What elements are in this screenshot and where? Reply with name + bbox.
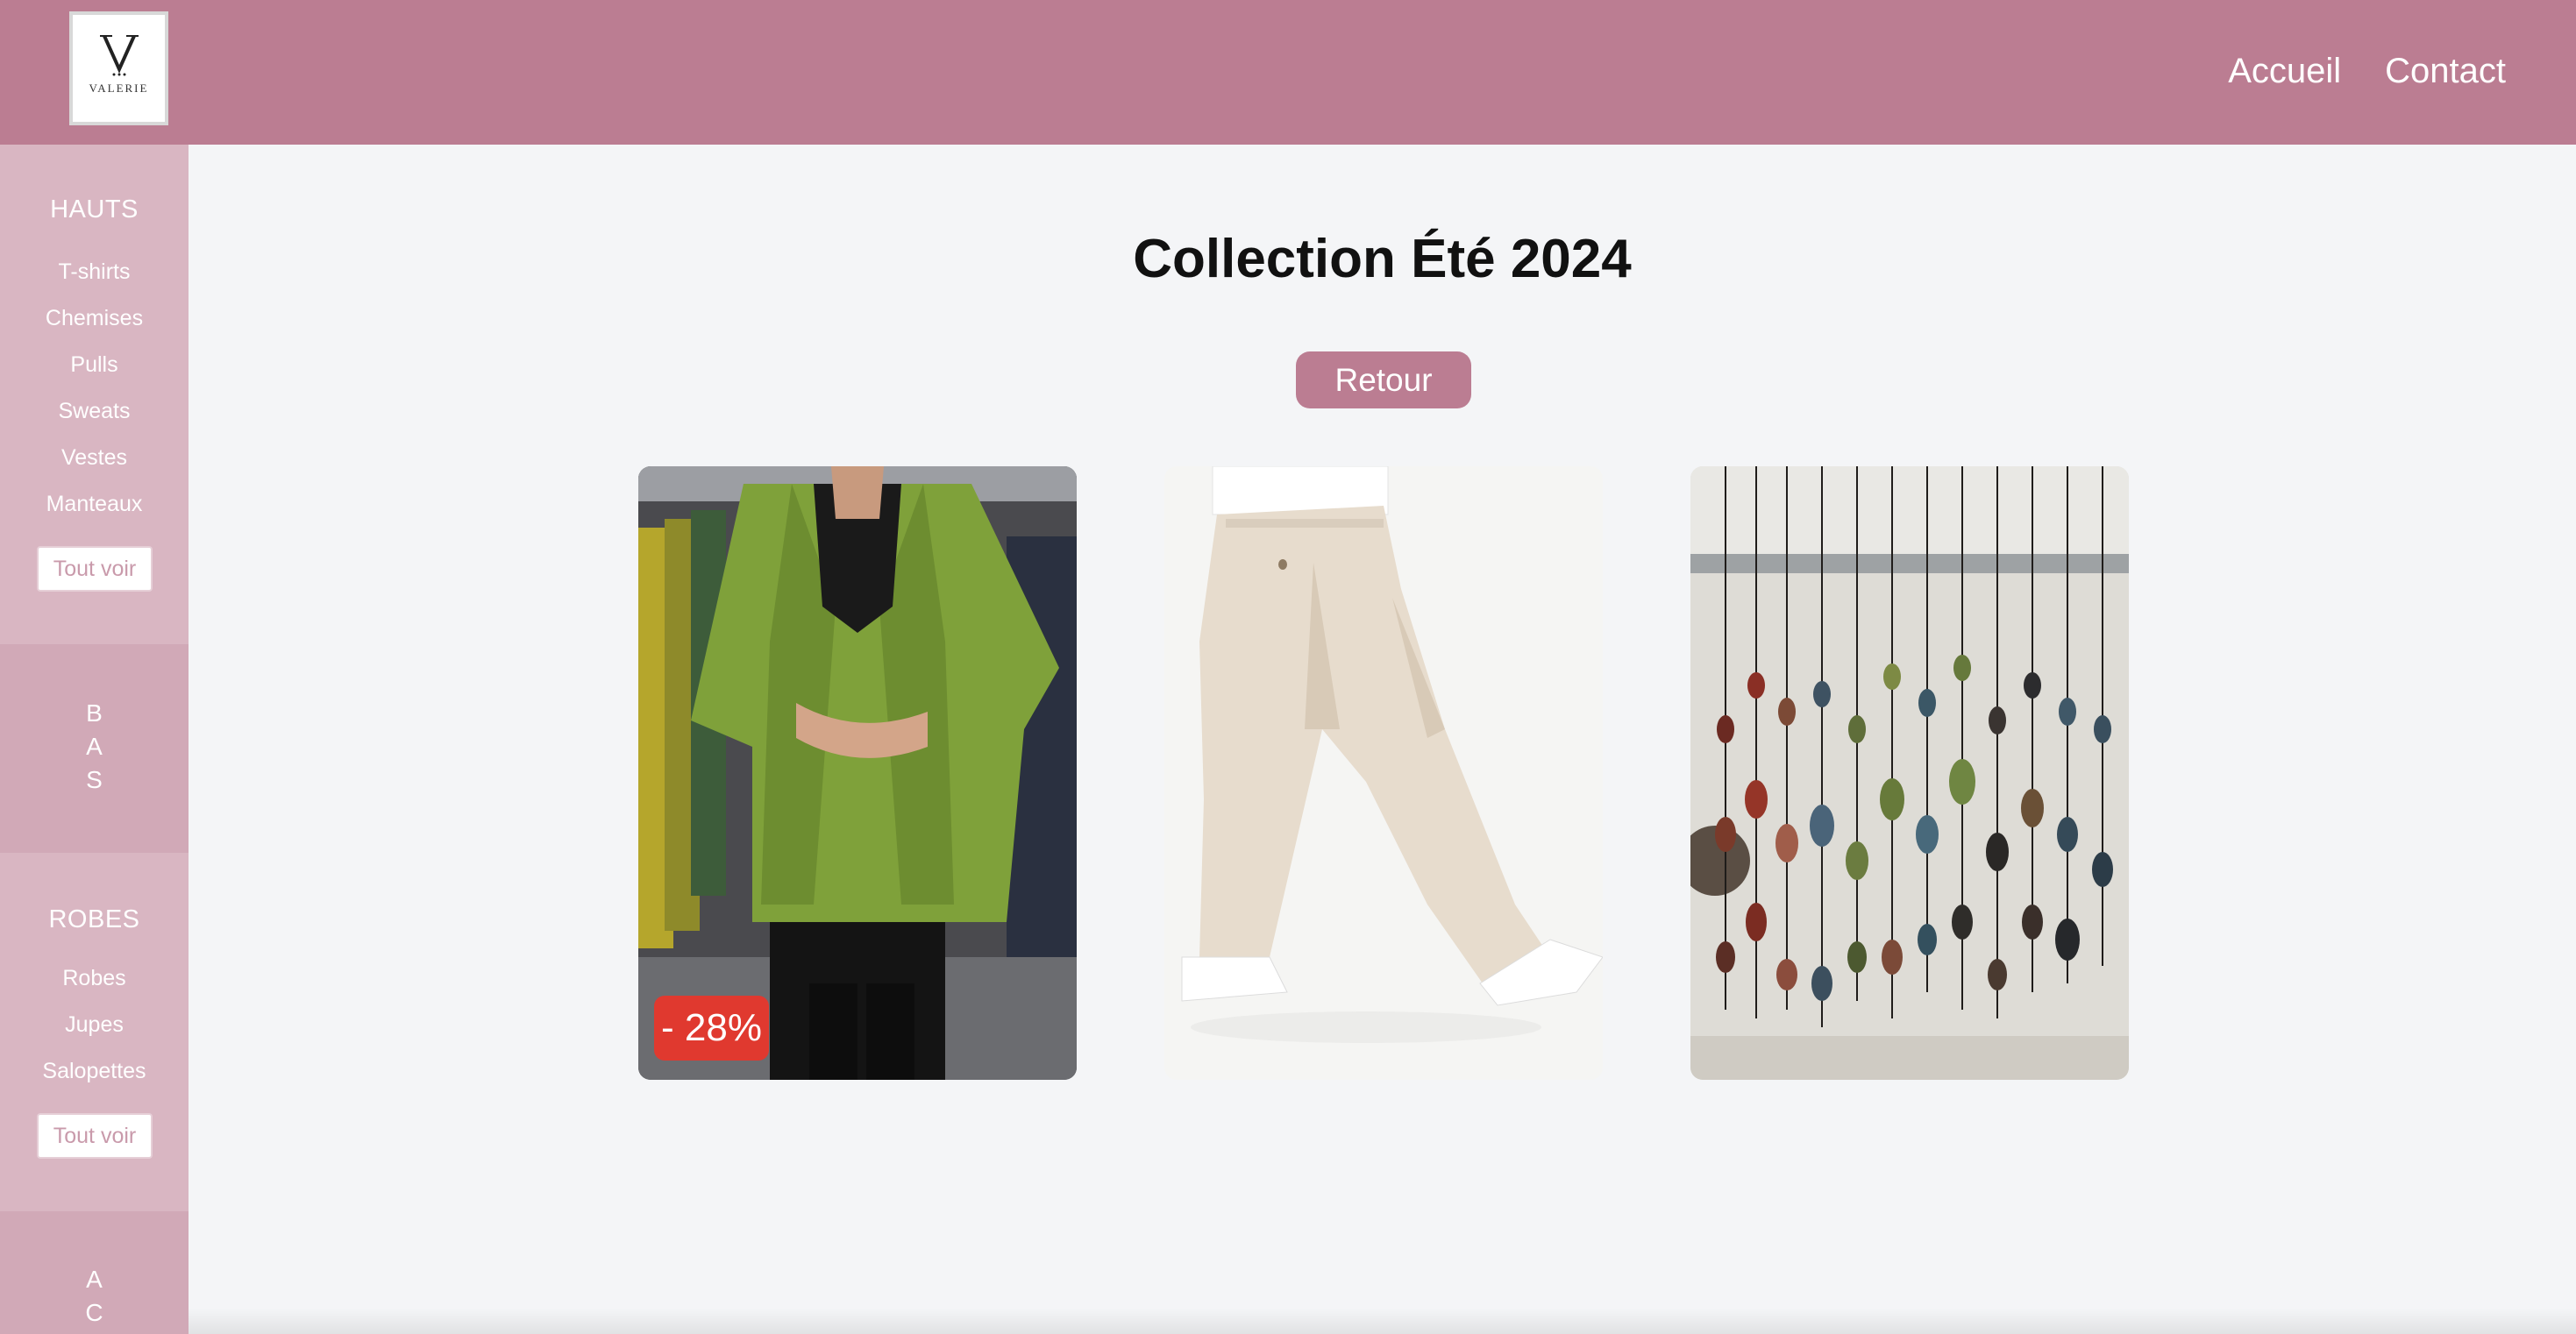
sidebar-item-salopettes[interactable]: Salopettes [0,1048,189,1095]
logo-wordmark: VALERIE [89,82,149,95]
bas-letter: B [86,699,103,727]
acc-letter: A [86,1266,103,1293]
hauts-list: T-shirts Chemises Pulls Sweats Vestes Ma… [0,249,189,528]
product-card[interactable] [1690,466,2129,1080]
section-title-hauts[interactable]: HAUTS [0,195,189,224]
top-nav: Accueil Contact [2228,49,2506,93]
sidebar-item-vestes[interactable]: Vestes [0,435,189,481]
acc-letter: C [85,1299,103,1326]
robes-see-all-button[interactable]: Tout voir [37,1113,153,1159]
sidebar-item-tshirts[interactable]: T-shirts [0,249,189,295]
back-button[interactable]: Retour [1296,351,1471,408]
sidebar-section-hauts: HAUTS T-shirts Chemises Pulls Sweats Ves… [0,145,189,644]
section-title-robes[interactable]: ROBES [0,905,189,934]
nav-contact[interactable]: Contact [2385,49,2506,93]
bas-letter: A [86,733,103,760]
bottom-shadow [189,1308,2576,1334]
robes-list: Robes Jupes Salopettes [0,955,189,1095]
sidebar-item-chemises[interactable]: Chemises [0,295,189,342]
product-card[interactable]: - 28% [638,466,1077,1080]
discount-badge: - 28% [654,996,769,1061]
site-header: VALERIE Accueil Contact [0,0,2576,145]
valerie-logo[interactable]: VALERIE [69,11,168,125]
sidebar-item-robes[interactable]: Robes [0,955,189,1002]
sidebar-section-robes: ROBES Robes Jupes Salopettes Tout voir [0,853,189,1211]
bas-letter: S [86,766,103,793]
green-jacket-image [638,466,1077,1080]
beige-trousers-image [1164,466,1603,1080]
sidebar-item-jupes[interactable]: Jupes [0,1002,189,1048]
beaded-necklaces-image [1690,466,2129,1080]
sidebar-item-pulls[interactable]: Pulls [0,342,189,388]
sidebar-section-accessoires[interactable]: A C [0,1211,189,1334]
sidebar-item-sweats[interactable]: Sweats [0,388,189,435]
sidebar-item-manteaux[interactable]: Manteaux [0,481,189,528]
nav-accueil[interactable]: Accueil [2228,49,2341,93]
page-title: Collection Été 2024 [1133,229,1632,289]
category-sidebar: HAUTS T-shirts Chemises Pulls Sweats Ves… [0,145,189,1334]
product-card[interactable] [1164,466,1603,1080]
hauts-see-all-button[interactable]: Tout voir [37,546,153,592]
logo-v-mark-icon [99,35,139,76]
sidebar-section-bas[interactable]: B A S [0,644,189,853]
